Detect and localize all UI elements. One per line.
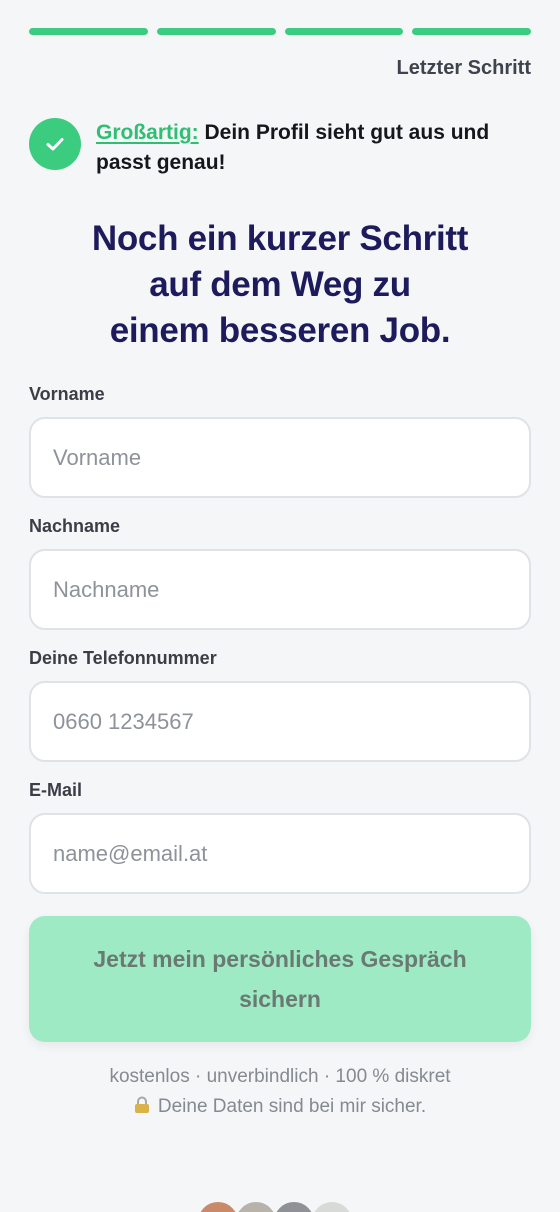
- email-input[interactable]: [29, 813, 531, 894]
- step-label: Letzter Schritt: [396, 57, 531, 79]
- headline-line-1: Noch ein kurzer Schritt: [91, 219, 469, 258]
- checkmark-icon: [29, 118, 81, 170]
- signup-page: Letzter Schritt Großartig: Dein Profil s…: [0, 0, 560, 1212]
- contact-form: Vorname Nachname Deine Telefonnummer E-M…: [29, 384, 531, 1042]
- progress-step-2: [156, 28, 276, 35]
- headline-line-2: auf dem Weg zu: [149, 265, 411, 304]
- progress-step-3: [284, 28, 404, 35]
- avatar: [310, 1200, 354, 1212]
- first-name-input[interactable]: [29, 417, 531, 498]
- first-name-label: Vorname: [29, 384, 105, 404]
- avatar: [272, 1200, 316, 1212]
- progress-step-4: [412, 28, 531, 35]
- submit-button[interactable]: Jetzt mein persönliches Gespräch sichern: [29, 916, 531, 1042]
- last-name-label: Nachname: [29, 516, 121, 536]
- success-text: Großartig: Dein Profil sieht gut aus und…: [96, 118, 531, 178]
- page-title: Noch ein kurzer Schritt auf dem Weg zu e…: [29, 216, 531, 354]
- last-name-input[interactable]: [29, 549, 531, 630]
- lock-icon: [134, 1094, 150, 1124]
- benefits-text: kostenlos · unverbindlich · 100 % diskre…: [109, 1066, 451, 1087]
- privacy-note: Deine Daten sind bei mir sicher.: [29, 1092, 531, 1124]
- first-name-group: Vorname: [29, 384, 531, 498]
- success-message: Großartig: Dein Profil sieht gut aus und…: [29, 118, 531, 178]
- avatar: [234, 1200, 278, 1212]
- email-group: E-Mail: [29, 780, 531, 894]
- email-label: E-Mail: [29, 780, 83, 800]
- phone-input[interactable]: [29, 681, 531, 762]
- avatar-group: [196, 1200, 354, 1212]
- headline-line-3: einem besseren Job.: [109, 311, 451, 350]
- progress-bar: [29, 0, 531, 35]
- success-highlight: Großartig:: [96, 121, 199, 144]
- phone-label: Deine Telefonnummer: [29, 648, 217, 668]
- avatar: [196, 1200, 240, 1212]
- phone-group: Deine Telefonnummer: [29, 648, 531, 762]
- privacy-text: Deine Daten sind bei mir sicher.: [157, 1096, 427, 1117]
- form-footer: kostenlos · unverbindlich · 100 % diskre…: [29, 1062, 531, 1124]
- last-name-group: Nachname: [29, 516, 531, 630]
- progress-step-1: [29, 28, 148, 35]
